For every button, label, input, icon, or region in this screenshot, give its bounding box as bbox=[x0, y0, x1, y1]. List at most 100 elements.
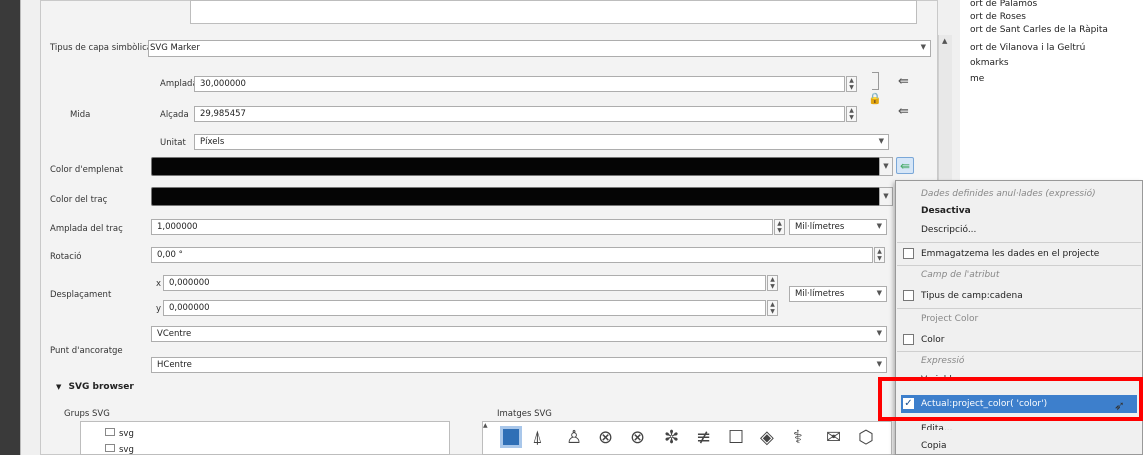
toc-item[interactable]: ort de Roses bbox=[970, 12, 1026, 22]
field-type-checkbox[interactable] bbox=[903, 290, 914, 301]
menu-separator bbox=[897, 308, 1141, 309]
chevron-down-icon: ▼ bbox=[920, 43, 926, 51]
data-defined-override-icon[interactable]: ⇚ bbox=[898, 104, 909, 119]
width-input[interactable]: 30,000000 bbox=[194, 76, 845, 92]
menu-item-color[interactable]: Color bbox=[921, 335, 945, 345]
toc-item[interactable]: okmarks bbox=[970, 58, 1009, 68]
circle-cross-icon[interactable]: ⊗ bbox=[598, 427, 613, 448]
svg-groups-label: Grups SVG bbox=[64, 409, 110, 419]
fill-color-dropdown[interactable]: ▼ bbox=[879, 157, 893, 176]
svg-groups-tree[interactable]: svg svg bbox=[80, 421, 450, 455]
store-data-checkbox[interactable] bbox=[903, 248, 914, 259]
snake-icon[interactable]: ⚕ bbox=[793, 427, 803, 448]
svg-square-marker-icon[interactable] bbox=[500, 426, 522, 448]
tree-item[interactable]: svg bbox=[105, 428, 134, 439]
offset-unit-value: Mil·límetres bbox=[795, 289, 845, 299]
unit-label: Unitat bbox=[160, 138, 186, 148]
menu-separator bbox=[897, 351, 1141, 352]
lock-aspect-icon[interactable]: 🔒 bbox=[866, 72, 884, 124]
offset-unit-select[interactable]: Mil·límetres ▼ bbox=[789, 286, 887, 302]
rotation-spinner[interactable]: ▲ ▼ bbox=[874, 247, 885, 263]
data-defined-override-icon[interactable]: ⇚ bbox=[898, 74, 909, 89]
menu-item-deactivate[interactable]: Desactiva bbox=[921, 206, 971, 216]
tree-item[interactable]: svg bbox=[105, 444, 134, 455]
stroke-color-label: Color del traç bbox=[50, 195, 108, 205]
menu-header-attribute-field: Camp de l'atribut bbox=[921, 270, 1000, 280]
stroke-width-spinner[interactable]: ▲ ▼ bbox=[774, 219, 785, 235]
stroke-width-label: Amplada del traç bbox=[50, 224, 123, 234]
fill-color-button[interactable] bbox=[151, 157, 881, 176]
folder-icon bbox=[105, 428, 115, 436]
offset-label: Desplaçament bbox=[50, 290, 112, 300]
preview-box bbox=[190, 0, 917, 24]
menu-item-copy[interactable]: Copia bbox=[921, 441, 947, 451]
circle-x-icon[interactable]: ⊗ bbox=[630, 427, 645, 448]
color-checkbox[interactable] bbox=[903, 334, 914, 345]
toc-item[interactable]: ort de Palamós bbox=[970, 0, 1037, 9]
height-spinner[interactable]: ▲ ▼ bbox=[846, 106, 857, 122]
diamond-cross-icon[interactable]: ◈ bbox=[760, 427, 774, 448]
menu-item-store-data[interactable]: Emmagatzema les dades en el projecte bbox=[921, 249, 1099, 259]
width-spinner[interactable]: ▲ ▼ bbox=[846, 76, 857, 92]
scroll-up-icon[interactable]: ▲ bbox=[942, 37, 947, 45]
stroke-color-dropdown[interactable]: ▼ bbox=[879, 187, 893, 206]
chevron-down-icon: ▼ bbox=[876, 289, 882, 297]
menu-header-data-defined: Dades definides anul·lades (expressió) bbox=[921, 189, 1096, 199]
stroke-width-unit-value: Mil·límetres bbox=[795, 222, 845, 232]
offset-x-input[interactable]: 0,000000 bbox=[163, 275, 766, 291]
toc-item[interactable]: me bbox=[970, 74, 984, 84]
layers-toc-panel: ort de Palamós ort de Roses ort de Sant … bbox=[960, 0, 1143, 180]
envelope-icon[interactable]: ✉ bbox=[826, 427, 841, 448]
collapse-triangle-icon: ▼ bbox=[56, 383, 62, 391]
height-label: Alçada bbox=[160, 110, 189, 120]
chevron-down-icon: ▼ bbox=[876, 222, 882, 230]
offset-x-label: x bbox=[156, 279, 162, 289]
chevron-down-icon: ▼ bbox=[878, 137, 884, 145]
menu-item-edit[interactable]: Edita... bbox=[921, 424, 953, 430]
toc-item[interactable]: ort de Vilanova i la Geltrú bbox=[970, 43, 1085, 53]
anchor-vertical-select[interactable]: VCentre ▼ bbox=[151, 326, 887, 342]
anchor-vertical-value: VCentre bbox=[157, 329, 192, 339]
anchor-label: Punt d'ancoratge bbox=[50, 346, 123, 356]
menu-item-field-type[interactable]: Tipus de camp:cadena bbox=[921, 291, 1023, 301]
chevron-down-icon: ▼ bbox=[876, 360, 882, 368]
hexagon-icon[interactable]: ⬡ bbox=[858, 427, 874, 448]
stroke-width-input[interactable]: 1,000000 bbox=[151, 219, 773, 235]
anchor-horizontal-value: HCentre bbox=[157, 360, 192, 370]
pump-icon[interactable]: ♙ bbox=[566, 427, 582, 448]
height-input[interactable]: 29,985457 bbox=[194, 106, 845, 122]
menu-header-expression: Expressió bbox=[921, 356, 965, 366]
stroke-color-button[interactable] bbox=[151, 187, 881, 206]
svg-browser-title: SVG browser bbox=[68, 382, 134, 392]
menu-header-project-color: Project Color bbox=[921, 314, 979, 324]
unit-select[interactable]: Píxels ▼ bbox=[194, 134, 889, 150]
rotation-input[interactable]: 0,00 ° bbox=[151, 247, 873, 263]
svg-grid-scroll-up[interactable]: ▲ bbox=[483, 422, 492, 434]
annotation-highlight-box bbox=[878, 377, 1143, 421]
toc-item[interactable]: ort de Sant Carles de la Ràpita bbox=[970, 25, 1108, 35]
fill-color-override-button[interactable]: ⇚ bbox=[896, 157, 914, 174]
unit-value: Píxels bbox=[200, 137, 225, 147]
layer-type-label: Tipus de capa simbòlica bbox=[50, 43, 152, 53]
offset-x-spinner[interactable]: ▲ ▼ bbox=[767, 275, 778, 291]
menu-item-description[interactable]: Descripció... bbox=[921, 225, 976, 235]
fill-color-label: Color d'emplenat bbox=[50, 165, 124, 175]
svg-images-label: Imatges SVG bbox=[497, 409, 552, 419]
size-label: Mida bbox=[70, 110, 91, 120]
offset-y-spinner[interactable]: ▲ ▼ bbox=[767, 300, 778, 316]
north-arrow-icon[interactable]: ⍋ bbox=[532, 427, 543, 448]
rotation-label: Rotació bbox=[50, 252, 82, 262]
layer-type-select[interactable]: SVG Marker ▼ bbox=[148, 40, 931, 57]
anchor-horizontal-select[interactable]: HCentre ▼ bbox=[151, 357, 887, 373]
offset-y-input[interactable]: 0,000000 bbox=[163, 300, 766, 316]
menu-separator bbox=[897, 265, 1141, 266]
tower-icon[interactable]: ≢ bbox=[696, 427, 711, 448]
svg-browser-header[interactable]: ▼ SVG browser bbox=[56, 382, 134, 392]
left-dock-strip bbox=[0, 0, 20, 455]
square-icon[interactable]: ☐ bbox=[728, 427, 744, 448]
stroke-width-unit-select[interactable]: Mil·límetres ▼ bbox=[789, 219, 887, 235]
folder-icon bbox=[105, 444, 115, 452]
antenna-icon[interactable]: ✼ bbox=[664, 427, 679, 448]
chevron-down-icon: ▼ bbox=[876, 329, 882, 337]
layer-type-value: SVG Marker bbox=[150, 43, 200, 53]
